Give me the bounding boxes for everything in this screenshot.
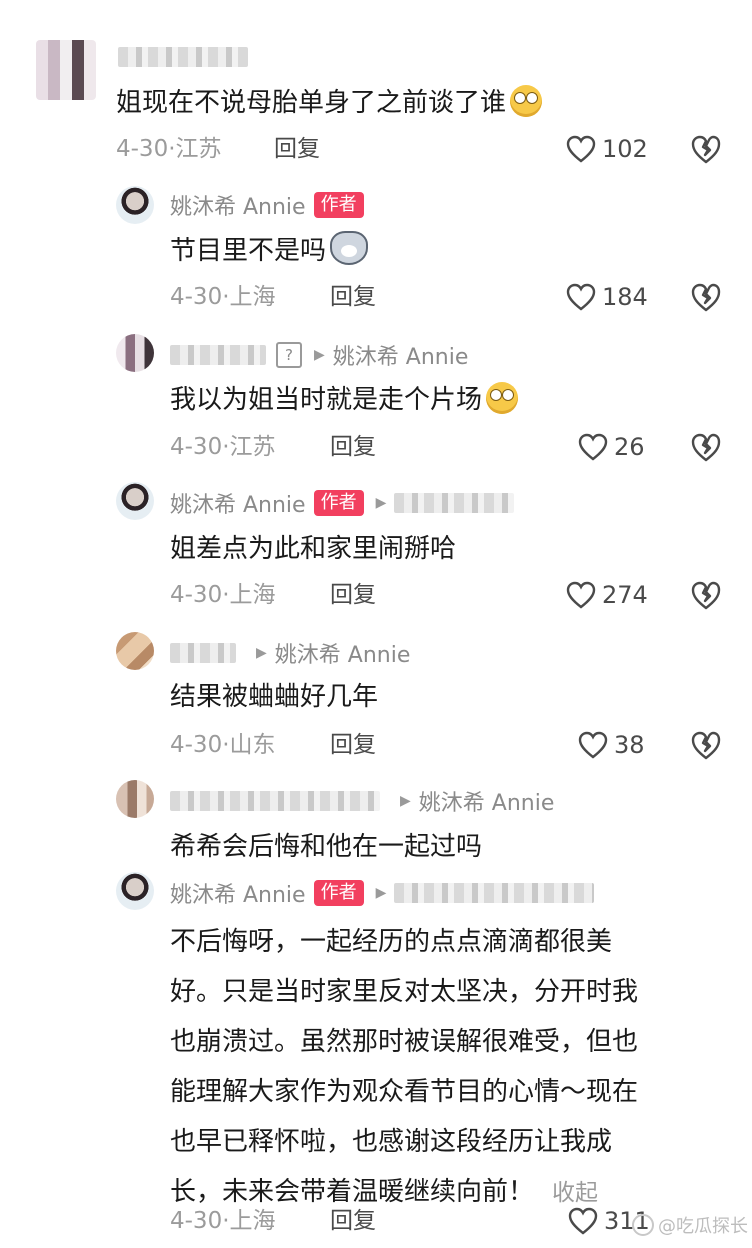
comment-meta: 4-30·江苏	[170, 434, 276, 460]
author-avatar[interactable]	[116, 872, 154, 910]
heart-icon	[578, 731, 608, 759]
comment-text: 不后悔呀，一起经历的点点滴滴都很美 好。只是当时家里反对太坚决，分开时我 也崩溃…	[170, 927, 639, 1207]
comment-meta: 4-30·上海	[170, 582, 276, 608]
reply-header: ▶ 姚沐希 Annie	[170, 786, 554, 816]
heart-icon	[568, 1207, 598, 1235]
reply-target[interactable]: 姚沐希 Annie	[275, 637, 411, 669]
comment-text: 节目里不是吗	[170, 228, 369, 274]
comment-meta: 4-30·上海	[170, 284, 276, 310]
like-count: 102	[602, 135, 648, 163]
like-button[interactable]: 274	[566, 578, 648, 612]
comment-text: 我以为姐当时就是走个片场	[170, 377, 519, 423]
reply-button[interactable]: 回复	[274, 132, 320, 166]
avatar[interactable]	[36, 40, 96, 100]
comment-meta: 4-30·山东	[170, 732, 276, 758]
author-badge: 作者	[313, 192, 364, 218]
broken-heart-icon[interactable]	[690, 281, 722, 313]
reply-target[interactable]: 姚沐希 Annie	[419, 785, 555, 817]
like-button[interactable]: 102	[566, 132, 648, 166]
weibo-logo-icon	[632, 1214, 654, 1236]
comment-text: 希希会后悔和他在一起过吗	[170, 832, 483, 862]
blurred-username	[118, 47, 248, 67]
collapse-button[interactable]: 收起	[552, 1180, 598, 1206]
username[interactable]: 姚沐希 Annie	[170, 487, 306, 519]
reply-header: ▶ 姚沐希 Annie	[170, 638, 410, 668]
like-count: 38	[614, 731, 645, 759]
comment-text: 姐差点为此和家里闹掰哈	[170, 534, 457, 564]
reply-button[interactable]: 回复	[330, 280, 376, 314]
blurred-reply-target[interactable]	[394, 883, 595, 903]
reply-button[interactable]: 回复	[330, 430, 376, 464]
avatar[interactable]	[116, 334, 154, 372]
heart-icon	[578, 433, 608, 461]
heart-icon	[566, 135, 596, 163]
reply-arrow-icon: ▶	[314, 347, 325, 363]
reply-button[interactable]: 回复	[330, 578, 376, 612]
blurred-username[interactable]	[170, 643, 236, 663]
author-name-line: 姚沐希 Annie 作者	[170, 190, 364, 220]
author-avatar[interactable]	[116, 482, 154, 520]
author-avatar[interactable]	[116, 186, 154, 224]
broken-heart-icon[interactable]	[690, 133, 722, 165]
unknown-user-icon: ?	[276, 342, 302, 368]
broken-heart-icon[interactable]	[690, 431, 722, 463]
reply-arrow-icon: ▶	[375, 885, 387, 901]
heart-icon	[566, 581, 596, 609]
reply-arrow-icon: ▶	[400, 793, 411, 809]
author-name-line: 姚沐希 Annie 作者 ▶	[170, 488, 522, 518]
watermark: @吃瓜探长	[632, 1212, 748, 1238]
reply-target[interactable]: 姚沐希 Annie	[333, 339, 469, 371]
like-button[interactable]: 184	[566, 280, 648, 314]
blurred-username[interactable]	[170, 345, 266, 365]
like-button[interactable]: 26	[578, 430, 645, 464]
comment-meta: 4-30·江苏	[116, 136, 222, 162]
broken-heart-icon[interactable]	[690, 579, 722, 611]
username[interactable]: 姚沐希 Annie	[170, 877, 306, 909]
avatar[interactable]	[116, 780, 154, 818]
username[interactable]: 姚沐希 Annie	[170, 189, 306, 221]
like-count: 274	[602, 581, 648, 609]
avatar[interactable]	[116, 632, 154, 670]
heart-icon	[566, 283, 596, 311]
comment-text: 结果被蛐蛐好几年	[170, 682, 379, 712]
face-with-rolling-eyes-icon	[486, 382, 519, 414]
like-count: 184	[602, 283, 648, 311]
reply-button[interactable]: 回复	[330, 1204, 376, 1238]
like-count: 26	[614, 433, 645, 461]
username[interactable]	[118, 42, 256, 72]
reply-arrow-icon: ▶	[375, 495, 387, 511]
comment-text: 姐现在不说母胎单身了之前谈了谁	[116, 80, 543, 126]
reply-button[interactable]: 回复	[330, 728, 376, 762]
face-with-rolling-eyes-icon	[510, 85, 543, 117]
reply-header: ? ▶ 姚沐希 Annie	[170, 340, 468, 370]
husky-dog-face-icon	[330, 231, 369, 265]
author-badge: 作者	[313, 490, 364, 516]
author-badge: 作者	[313, 880, 364, 906]
blurred-username[interactable]	[170, 791, 380, 811]
like-button[interactable]: 38	[578, 728, 645, 762]
blurred-reply-target[interactable]	[394, 493, 515, 513]
broken-heart-icon[interactable]	[690, 729, 722, 761]
reply-arrow-icon: ▶	[256, 645, 267, 661]
comment-meta: 4-30·上海	[170, 1208, 276, 1234]
author-name-line: 姚沐希 Annie 作者 ▶	[170, 878, 602, 908]
